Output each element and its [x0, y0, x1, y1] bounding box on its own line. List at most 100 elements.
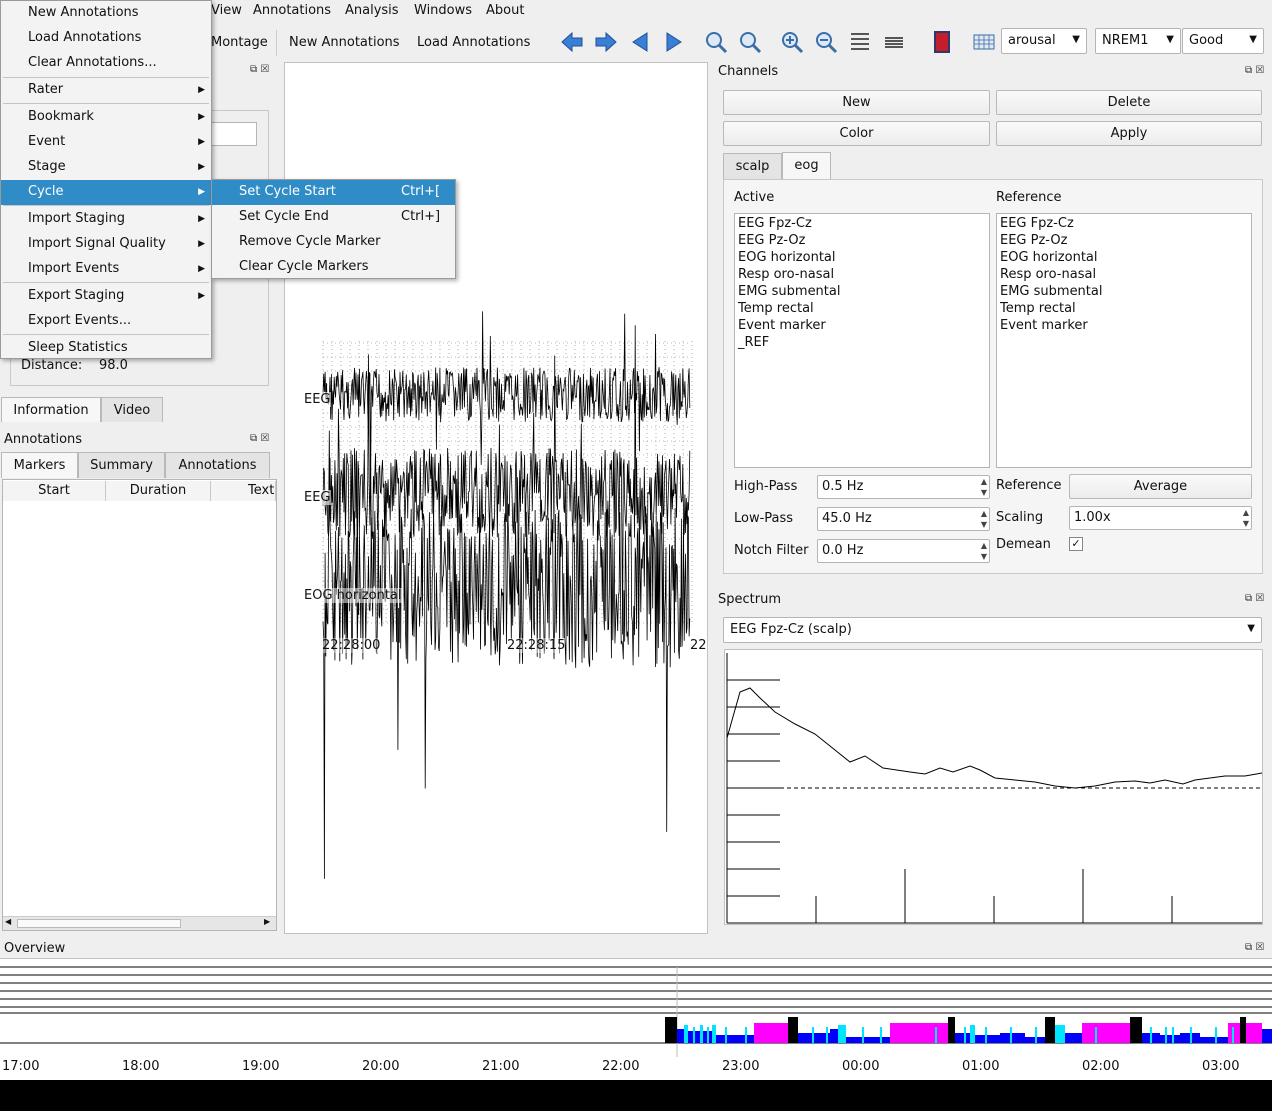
scroll-right-icon[interactable]: ▶ — [264, 917, 270, 926]
active-channel-item[interactable]: EMG submental — [735, 283, 989, 300]
reference-channel-item[interactable]: EOG horizontal — [997, 249, 1251, 266]
menu-item-rater[interactable]: Rater ▶ — [1, 78, 211, 103]
reference-channel-item[interactable]: Temp rectal — [997, 300, 1251, 317]
submenu-item-remove-cycle-marker[interactable]: Remove Cycle Marker — [212, 230, 455, 255]
tab-eog[interactable]: eog — [782, 152, 831, 180]
delete-channel-button[interactable]: Delete — [996, 90, 1262, 115]
average-reference-button[interactable]: Average — [1069, 474, 1252, 499]
horizontal-scrollbar[interactable]: ◀ ▶ — [3, 916, 276, 930]
notch-spinbox[interactable]: 0.0 Hz ▲ ▼ — [817, 539, 990, 563]
reference-channel-item[interactable]: EMG submental — [997, 283, 1251, 300]
expand-rows-icon[interactable] — [848, 30, 872, 54]
menu-item-load-annotations[interactable]: Load Annotations — [1, 26, 211, 51]
spin-arrows-icon[interactable]: ▲ ▼ — [981, 476, 987, 498]
tab-scalp[interactable]: scalp — [723, 153, 782, 179]
menu-about[interactable]: About — [486, 3, 524, 18]
zoom-in-amplitude-icon[interactable] — [780, 30, 804, 54]
submenu-arrow-icon: ▶ — [198, 214, 205, 224]
menu-item-event[interactable]: Event ▶ — [1, 130, 211, 155]
tab-summary[interactable]: Summary — [78, 452, 165, 478]
zoom-out-time-icon[interactable] — [738, 30, 762, 54]
submenu-item-set-cycle-start[interactable]: Set Cycle Start Ctrl+[ — [212, 180, 455, 205]
menu-item-export-staging[interactable]: Export Staging ▶ — [1, 284, 211, 309]
spin-arrows-icon[interactable]: ▲ ▼ — [981, 508, 987, 530]
bookmark-icon[interactable] — [930, 30, 954, 54]
reference-channel-list[interactable]: EEG Fpz-Cz EEG Pz-Oz EOG horizontal Resp or… — [996, 213, 1252, 468]
zoom-out-amplitude-icon[interactable] — [814, 30, 838, 54]
reference-channel-item[interactable]: EEG Fpz-Cz — [997, 215, 1251, 232]
quality-select[interactable]: Good ▼ — [1182, 28, 1264, 54]
active-channel-item[interactable]: Event marker — [735, 317, 989, 334]
arrow-right-large-icon[interactable] — [594, 30, 618, 54]
tab-markers[interactable]: Markers — [1, 452, 78, 478]
hypnogram-event — [707, 1027, 709, 1043]
menu-item-import-staging[interactable]: Import Staging ▶ — [1, 207, 211, 232]
active-channel-list[interactable]: EEG Fpz-Cz EEG Pz-Oz EOG horizontal Resp or… — [734, 213, 990, 468]
spectrum-channel-select[interactable]: EEG Fpz-Cz (scalp) ▼ — [723, 617, 1262, 643]
event-type-select[interactable]: arousal ▼ — [1001, 28, 1087, 54]
menu-item-bookmark[interactable]: Bookmark ▶ — [1, 105, 211, 130]
spin-arrows-icon[interactable]: ▲ ▼ — [981, 540, 987, 562]
annotations-dock-buttons[interactable]: ⧉ ☒ — [250, 433, 269, 444]
color-button[interactable]: Color — [723, 121, 990, 146]
tab-annotations[interactable]: Annotations — [165, 452, 270, 478]
arrow-left-large-icon[interactable] — [560, 30, 584, 54]
reference-channel-item[interactable]: EEG Pz-Oz — [997, 232, 1251, 249]
demean-checkbox[interactable]: ✓ — [1069, 537, 1083, 551]
menu-item-export-events[interactable]: Export Events... — [1, 309, 211, 334]
new-channel-button[interactable]: New — [723, 90, 990, 115]
arrow-left-icon[interactable] — [628, 30, 652, 54]
tab-information[interactable]: Information — [1, 397, 101, 422]
overview-panel[interactable]: 17:00 18:00 19:00 20:00 21:00 22:00 23:0… — [0, 958, 1272, 1080]
new-annotations-button[interactable]: New Annotations — [289, 35, 400, 50]
info-dock-buttons[interactable]: ⧉ ☒ — [250, 64, 269, 75]
menu-item-import-events[interactable]: Import Events ▶ — [1, 257, 211, 282]
submenu-item-set-cycle-end[interactable]: Set Cycle End Ctrl+] — [212, 205, 455, 230]
menu-analysis[interactable]: Analysis — [345, 3, 399, 18]
column-start[interactable]: Start — [3, 481, 106, 501]
menu-view[interactable]: View — [211, 3, 242, 18]
menu-item-stage[interactable]: Stage ▶ — [1, 155, 211, 180]
spin-arrows-icon[interactable]: ▲ ▼ — [1243, 507, 1249, 529]
zoom-in-time-icon[interactable] — [704, 30, 728, 54]
active-channel-item[interactable]: Temp rectal — [735, 300, 989, 317]
column-text[interactable]: Text — [211, 481, 276, 501]
high-pass-spinbox[interactable]: 0.5 Hz ▲ ▼ — [817, 475, 990, 499]
low-pass-spinbox[interactable]: 45.0 Hz ▲ ▼ — [817, 507, 990, 531]
arrow-right-icon[interactable] — [662, 30, 686, 54]
hypnogram-segment — [788, 1017, 798, 1043]
submenu-item-clear-cycle-markers[interactable]: Clear Cycle Markers — [212, 255, 455, 280]
stage-select[interactable]: NREM1 ▼ — [1095, 28, 1181, 54]
active-channel-item[interactable]: EOG horizontal — [735, 249, 989, 266]
spectrum-dock-buttons[interactable]: ⧉ ☒ — [1245, 593, 1264, 604]
menu-item-sleep-statistics[interactable]: Sleep Statistics — [1, 336, 211, 361]
menu-item-cycle[interactable]: Cycle ▶ — [1, 180, 211, 205]
load-annotations-button[interactable]: Load Annotations — [417, 35, 530, 50]
annotations-title: Annotations — [4, 432, 83, 447]
reference-channel-item[interactable]: Resp oro-nasal — [997, 266, 1251, 283]
shrink-rows-icon[interactable] — [882, 30, 906, 54]
menu-annotations[interactable]: Annotations — [253, 3, 331, 18]
column-duration[interactable]: Duration — [106, 481, 211, 501]
menu-item-clear-annotations[interactable]: Clear Annotations... — [1, 51, 211, 76]
menu-item-import-signal-quality[interactable]: Import Signal Quality ▶ — [1, 232, 211, 257]
scroll-left-icon[interactable]: ◀ — [5, 917, 11, 926]
apply-button[interactable]: Apply — [996, 121, 1262, 146]
channels-dock-buttons[interactable]: ⧉ ☒ — [1245, 65, 1264, 76]
menu-item-new-annotations[interactable]: New Annotations — [1, 1, 211, 26]
scaling-spinbox[interactable]: 1.00x ▲ ▼ — [1069, 506, 1252, 530]
menu-windows[interactable]: Windows — [414, 3, 472, 18]
info-input[interactable] — [210, 122, 257, 146]
active-channel-item[interactable]: EEG Pz-Oz — [735, 232, 989, 249]
active-channel-item[interactable]: Resp oro-nasal — [735, 266, 989, 283]
hypnogram-event — [1010, 1027, 1012, 1043]
active-channel-item[interactable]: _REF — [735, 334, 989, 351]
montage-button[interactable]: Montage — [211, 35, 268, 50]
menu-separator — [3, 282, 209, 283]
reference-channel-item[interactable]: Event marker — [997, 317, 1251, 334]
active-channel-item[interactable]: EEG Fpz-Cz — [735, 215, 989, 232]
scrollbar-handle[interactable] — [17, 919, 181, 928]
overview-dock-buttons[interactable]: ⧉ ☒ — [1245, 942, 1264, 953]
tab-video[interactable]: Video — [101, 397, 163, 422]
grid-icon[interactable] — [972, 30, 996, 54]
